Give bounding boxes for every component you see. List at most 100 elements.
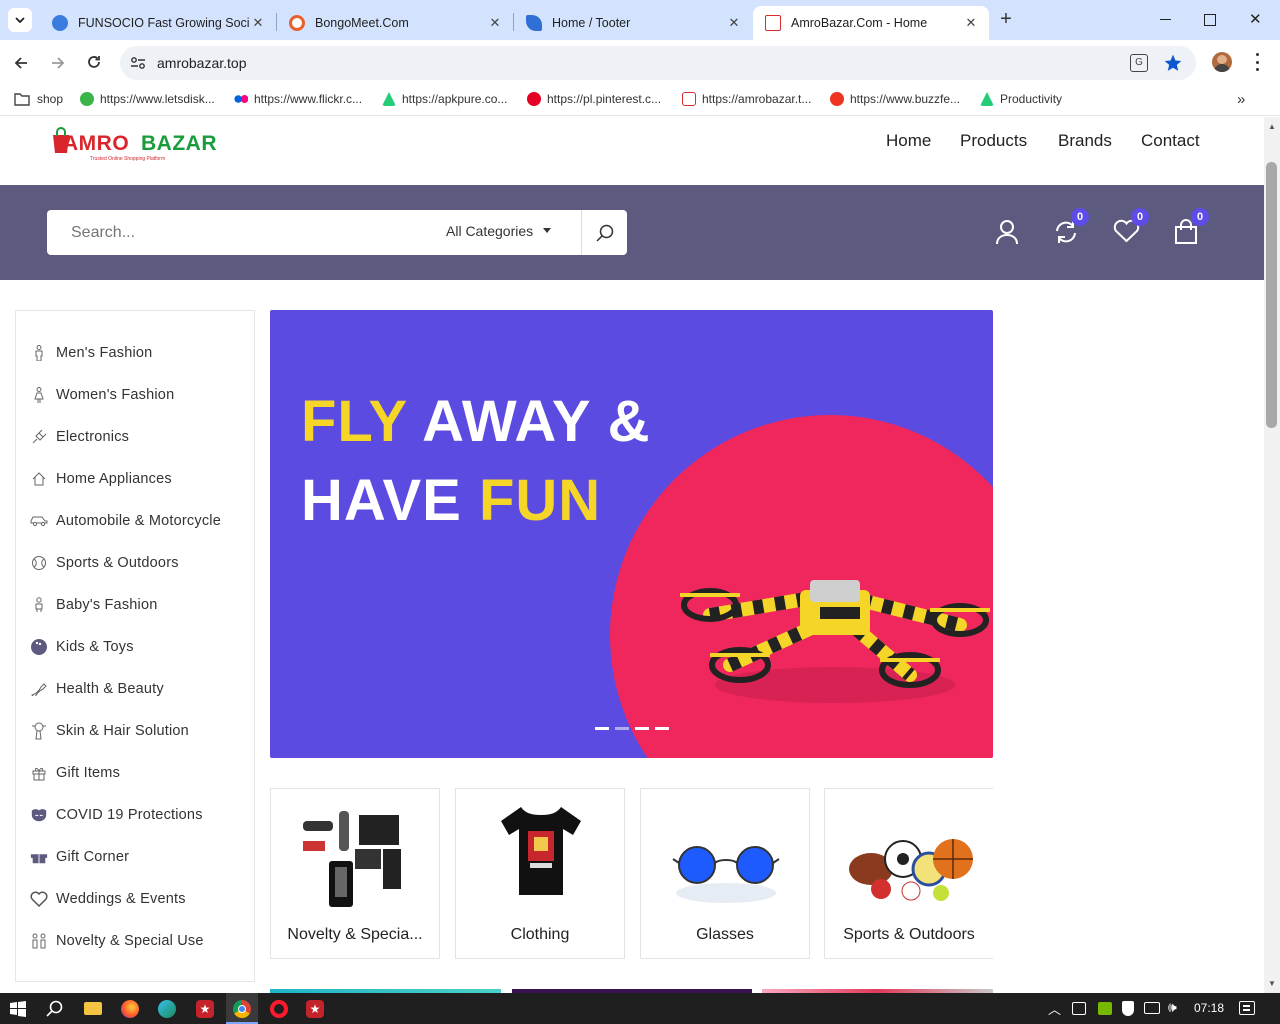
bookmark-pinterest[interactable]: https://pl.pinterest.c...	[527, 92, 661, 106]
bookmark-label: https://www.buzzfe...	[850, 92, 961, 106]
security-shield-icon[interactable]	[1122, 1001, 1134, 1016]
user-account-icon[interactable]	[995, 219, 1019, 245]
nav-brands[interactable]: Brands	[1058, 131, 1112, 151]
bookmark-label: shop	[37, 92, 64, 106]
category-womens-fashion[interactable]: Women's Fashion	[30, 383, 174, 407]
search-icon[interactable]	[46, 1000, 64, 1018]
close-icon[interactable]: ✕	[726, 15, 742, 31]
category-label: Health & Beauty	[56, 681, 164, 697]
chrome-taskbar-button[interactable]	[226, 993, 258, 1024]
gift-box-icon	[30, 848, 48, 866]
category-tile-novelty[interactable]: Novelty & Specia...	[270, 788, 440, 959]
category-automobile[interactable]: Automobile & Motorcycle	[30, 509, 221, 533]
bookmark-letsdisk[interactable]: https://www.letsdisk...	[80, 92, 215, 106]
firefox-icon[interactable]	[121, 1000, 139, 1018]
banner-headline-line2: HAVE FUN	[301, 467, 601, 534]
category-mens-fashion[interactable]: Men's Fashion	[30, 341, 152, 365]
site-settings-icon[interactable]	[130, 56, 146, 70]
close-icon[interactable]: ✕	[963, 15, 979, 31]
tray-overflow-icon[interactable]: ︿	[1048, 999, 1061, 1018]
category-select[interactable]: All Categories	[446, 223, 552, 239]
category-tile-clothing[interactable]: Clothing	[455, 788, 625, 959]
slider-dot-2[interactable]	[615, 727, 629, 730]
translate-icon[interactable]: G	[1130, 54, 1148, 72]
amrobazar-favicon-icon	[765, 15, 781, 31]
bookmark-star-icon[interactable]	[1163, 53, 1183, 73]
search-input[interactable]	[71, 210, 441, 255]
logo-text-bazar: BAZAR	[141, 132, 217, 155]
slider-dot-1[interactable]	[595, 727, 609, 730]
network-icon[interactable]	[1144, 1002, 1160, 1014]
new-tab-button[interactable]: +	[996, 9, 1016, 29]
slider-dot-4[interactable]	[655, 727, 669, 730]
search-button[interactable]	[581, 210, 627, 255]
category-gift-corner[interactable]: Gift Corner	[30, 845, 129, 869]
edge-icon[interactable]	[158, 1000, 176, 1018]
windows-start-icon[interactable]	[10, 1001, 26, 1017]
close-icon[interactable]: ✕	[487, 15, 503, 31]
nvidia-icon[interactable]	[1098, 1002, 1112, 1015]
taskbar-clock[interactable]: 07:18	[1194, 1001, 1224, 1015]
back-icon[interactable]	[13, 55, 29, 71]
bookmark-buzzfeed[interactable]: https://www.buzzfe...	[830, 92, 960, 106]
address-bar[interactable]: amrobazar.top G	[120, 46, 1196, 80]
productivity-favicon-icon	[980, 92, 994, 106]
category-label: Weddings & Events	[56, 891, 186, 907]
tab-funsocio[interactable]: FUNSOCIO Fast Growing Social ✕	[40, 6, 276, 40]
category-home-appliances[interactable]: Home Appliances	[30, 467, 172, 491]
scroll-up-arrow-icon[interactable]: ▲	[1268, 122, 1276, 131]
site-logo[interactable]: AMRO BAZAR Trusted Online Shopping Platf…	[50, 127, 230, 167]
scrollbar-thumb[interactable]	[1266, 162, 1277, 428]
search-icon	[595, 224, 613, 242]
bookmark-flickr[interactable]: https://www.flickr.c...	[234, 92, 362, 106]
tab-search-button[interactable]	[8, 8, 32, 32]
volume-icon[interactable]: 🕪	[1168, 999, 1177, 1016]
close-window-button[interactable]: ✕	[1249, 10, 1262, 28]
notification-center-icon[interactable]	[1239, 1001, 1255, 1015]
reload-icon[interactable]	[86, 54, 102, 70]
category-weddings[interactable]: Weddings & Events	[30, 887, 186, 911]
category-babys-fashion[interactable]: Baby's Fashion	[30, 593, 157, 617]
nav-products[interactable]: Products	[960, 131, 1027, 151]
scroll-down-arrow-icon[interactable]: ▼	[1268, 979, 1276, 988]
bookmark-amrobazar[interactable]: https://amrobazar.t...	[682, 92, 811, 106]
category-tile-glasses[interactable]: Glasses	[640, 788, 810, 959]
bookmark-shop[interactable]: shop	[14, 92, 63, 106]
profile-avatar[interactable]	[1212, 52, 1232, 72]
category-covid[interactable]: COVID 19 Protections	[30, 803, 203, 827]
category-skin-hair[interactable]: Skin & Hair Solution	[30, 719, 189, 743]
nav-home[interactable]: Home	[886, 131, 931, 151]
category-gift-items[interactable]: Gift Items	[30, 761, 120, 785]
bookmark-productivity[interactable]: Productivity	[980, 92, 1062, 106]
category-electronics[interactable]: Electronics	[30, 425, 129, 449]
category-tile-sports[interactable]: Sports & Outdoors	[824, 788, 993, 959]
app-star-icon[interactable]: ★	[196, 1000, 214, 1018]
category-novelty[interactable]: Novelty & Special Use	[30, 929, 204, 953]
tab-amrobazar[interactable]: AmroBazar.Com - Home ✕	[753, 6, 989, 40]
wishlist-button[interactable]: 0	[1113, 208, 1149, 247]
forward-icon[interactable]	[50, 55, 66, 71]
category-kids-toys[interactable]: Kids & Toys	[30, 635, 134, 659]
opera-icon[interactable]	[270, 1000, 288, 1018]
restore-button[interactable]	[1204, 14, 1216, 26]
more-menu-icon[interactable]	[1255, 53, 1259, 71]
slider-dot-3[interactable]	[635, 727, 649, 730]
round-glasses-image	[672, 846, 780, 903]
category-label: Men's Fashion	[56, 345, 153, 361]
tab-tooter[interactable]: Home / Tooter ✕	[514, 6, 752, 40]
nav-contact[interactable]: Contact	[1141, 131, 1200, 151]
tray-app-icon[interactable]	[1072, 1002, 1086, 1015]
category-sports-outdoors[interactable]: Sports & Outdoors	[30, 551, 179, 575]
bookmark-apkpure[interactable]: https://apkpure.co...	[382, 92, 507, 106]
cart-button[interactable]: 0	[1174, 208, 1209, 247]
category-health-beauty[interactable]: Health & Beauty	[30, 677, 164, 701]
app-star2-icon[interactable]: ★	[306, 1000, 324, 1018]
tab-bongomeet[interactable]: BongoMeet.Com ✕	[277, 6, 513, 40]
hero-banner-slider[interactable]: FLY AWAY & HAVE FUN	[270, 310, 993, 758]
minimize-button[interactable]	[1158, 10, 1174, 26]
close-icon[interactable]: ✕	[250, 15, 266, 31]
file-explorer-icon[interactable]	[84, 1002, 102, 1015]
search-band: All Categories 0 0 0	[0, 185, 1264, 280]
bookmarks-overflow-icon[interactable]: »	[1237, 91, 1245, 108]
compare-button[interactable]: 0	[1053, 208, 1089, 247]
